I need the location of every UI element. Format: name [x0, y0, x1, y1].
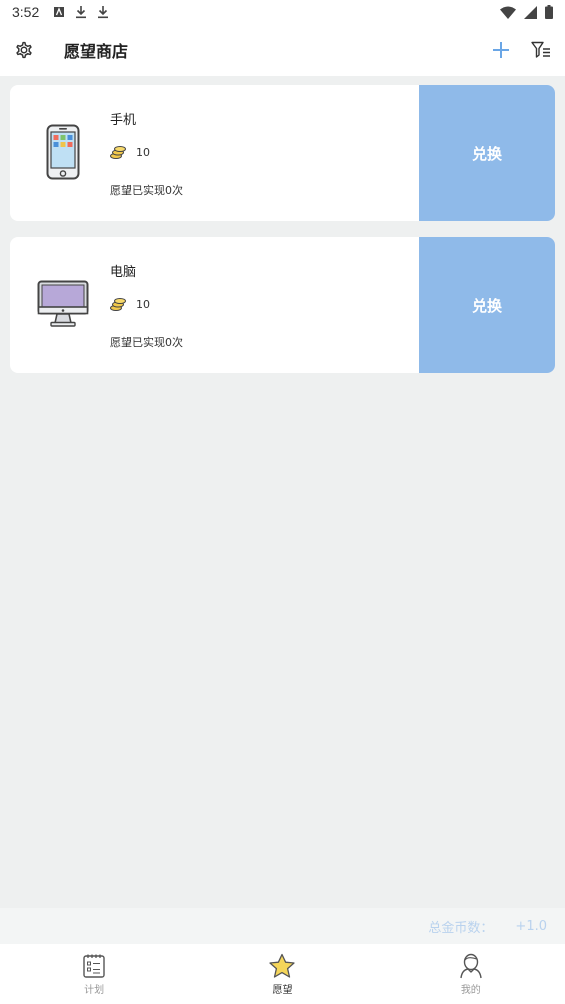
coins-icon	[110, 298, 126, 311]
exchange-button[interactable]: 兑换	[419, 85, 555, 221]
plus-icon	[493, 42, 509, 58]
star-icon	[269, 953, 296, 978]
signal-icon	[524, 5, 537, 19]
status-time: 3:52	[12, 4, 40, 20]
wish-price: 10	[110, 145, 150, 159]
wish-card: 电脑 10 愿望已实现0次 兑换	[10, 237, 555, 373]
wish-name: 电脑	[110, 265, 137, 280]
gear-icon	[16, 41, 32, 59]
page-title: 愿望商店	[64, 42, 129, 61]
status-bar: 3:52	[0, 0, 565, 24]
wifi-icon	[500, 6, 516, 19]
phone-icon	[46, 124, 80, 180]
add-wish-button[interactable]	[489, 38, 513, 62]
user-icon	[460, 953, 482, 978]
wish-status: 愿望已实现0次	[110, 336, 183, 349]
download-icon	[98, 6, 109, 19]
wish-image	[32, 273, 94, 335]
total-coins-bar: 总金币数： +1.0	[0, 908, 565, 944]
coins-icon	[110, 146, 126, 159]
nav-label: 我的	[460, 984, 481, 996]
exchange-button[interactable]: 兑换	[419, 237, 555, 373]
wish-price-value: 10	[136, 297, 150, 311]
nav-label: 计划	[84, 984, 105, 996]
total-coins-value: +1.0	[515, 918, 547, 934]
wish-price-value: 10	[136, 145, 150, 159]
battery-icon	[545, 5, 553, 19]
total-coins-label: 总金币数：	[428, 920, 494, 936]
nav-wish[interactable]: 愿望	[188, 944, 376, 1004]
wish-image	[32, 121, 94, 183]
wish-name: 手机	[110, 113, 137, 128]
status-icons-right	[500, 5, 553, 19]
checklist-icon	[83, 954, 105, 978]
nav-label: 愿望	[272, 984, 293, 996]
app-actions	[489, 38, 553, 62]
wish-list: 手机 10 愿望已实现0次 兑换 电脑 10 愿望已实现0次 兑换	[10, 85, 555, 389]
wish-card: 手机 10 愿望已实现0次 兑换	[10, 85, 555, 221]
filter-button[interactable]	[529, 38, 553, 62]
nav-mine[interactable]: 我的	[377, 944, 565, 1004]
settings-button[interactable]	[12, 38, 36, 62]
wish-status: 愿望已实现0次	[110, 184, 183, 197]
app-bar: 愿望商店	[0, 24, 565, 76]
nav-plan[interactable]: 计划	[0, 944, 188, 1004]
computer-icon	[37, 280, 89, 327]
notification-a-icon	[54, 7, 65, 17]
wish-price: 10	[110, 297, 150, 311]
filter-icon	[531, 41, 550, 58]
status-icons-left	[53, 5, 109, 19]
bottom-nav: 计划 愿望 我的	[0, 944, 565, 1004]
download-icon	[76, 6, 87, 19]
